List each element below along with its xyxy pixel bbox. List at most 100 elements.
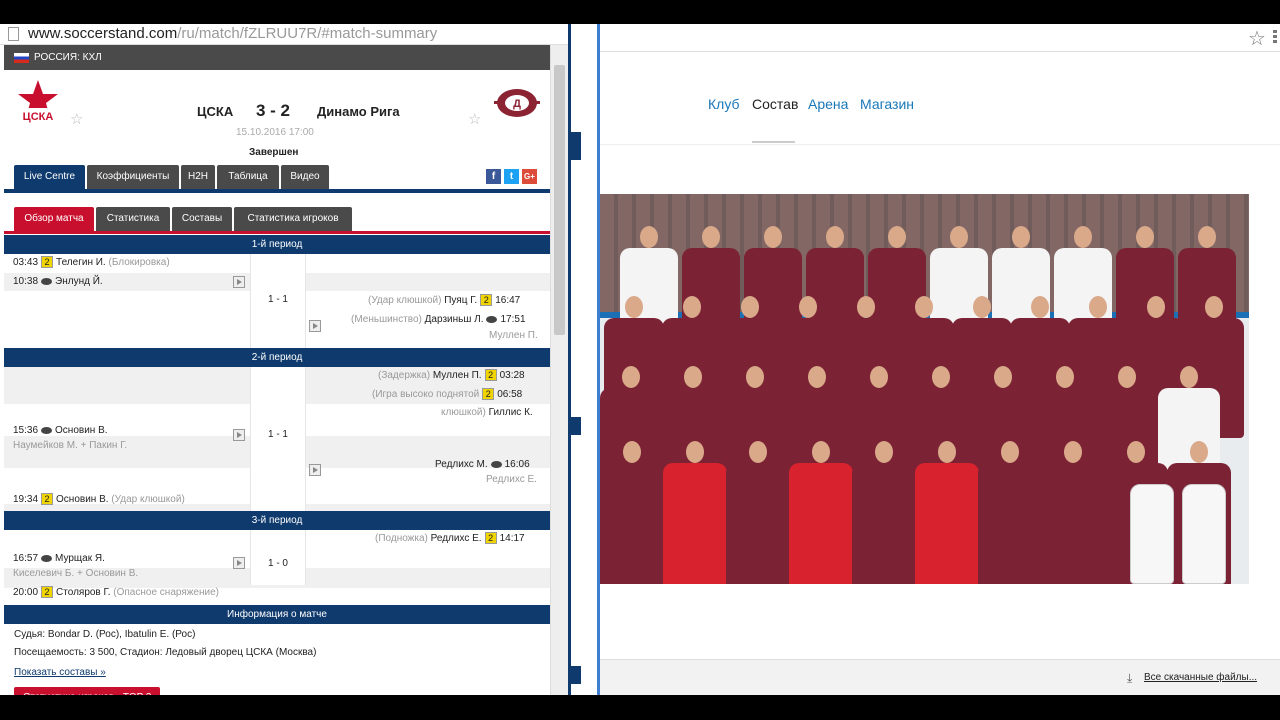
period-2-header: 2-й период — [4, 348, 550, 367]
main-tabs: Live Centre Коэффициенты H2H Таблица Вид… — [4, 165, 550, 193]
event-row: 03:43 2 Телегин И. (Блокировка) — [13, 256, 170, 269]
separator-edge — [568, 24, 571, 695]
subtabs-underline — [4, 231, 550, 234]
league-header[interactable]: РОССИЯ: КХЛ — [4, 45, 550, 70]
goalie-pad — [1130, 484, 1174, 584]
popup-scrollbar[interactable] — [550, 45, 568, 695]
active-nav-underline — [752, 141, 795, 143]
menu-dots-icon[interactable] — [1273, 30, 1277, 44]
match-content: РОССИЯ: КХЛ ЦСКА ☆ ЦСКА 3 - 2 Динамо Риг… — [4, 45, 550, 695]
tab-match-summary[interactable]: Обзор матча — [14, 207, 94, 231]
match-info-header: Информация о матче — [4, 605, 550, 624]
event-assist: Наумейков М. + Пакин Г. — [13, 440, 128, 451]
window-separator — [568, 24, 600, 695]
nav-arena[interactable]: Арена — [808, 96, 848, 112]
tab-table[interactable]: Таблица — [217, 165, 279, 189]
twitter-icon[interactable]: t — [504, 169, 519, 184]
player-head — [683, 296, 701, 318]
tab-player-stats[interactable]: Статистика игроков — [234, 207, 352, 231]
url-domain: www.soccerstand.com — [28, 25, 178, 42]
tabs-underline — [4, 189, 550, 193]
player-head — [1012, 226, 1030, 248]
period-1-score: 1 - 1 — [267, 294, 288, 305]
player-head — [1031, 296, 1049, 318]
facebook-icon[interactable]: f — [486, 169, 501, 184]
favorite-home-star-icon[interactable]: ☆ — [70, 110, 83, 128]
player-head — [812, 441, 830, 463]
penalty-card-icon: 2 — [482, 388, 495, 401]
goal-puck-icon — [41, 426, 53, 434]
player-figure — [726, 463, 790, 584]
nav-roster[interactable]: Состав — [752, 96, 798, 112]
video-play-icon[interactable] — [233, 429, 245, 441]
top3-player-stats-button[interactable]: Статистика игроков - TOP 3 — [14, 687, 161, 695]
goal-puck-icon — [490, 460, 502, 468]
player-head — [749, 441, 767, 463]
player-figure — [663, 463, 727, 584]
player-head — [932, 366, 950, 388]
event-assist: Редлихс Е. — [486, 474, 537, 485]
player-head — [870, 366, 888, 388]
attendance-text: Посещаемость: 3 500, Стадион: Ледовый дв… — [14, 647, 317, 658]
player-head — [1001, 441, 1019, 463]
address-bar[interactable]: www.soccerstand.com/ru/match/fZLRUU7R/#m… — [0, 24, 568, 45]
tab-live-centre[interactable]: Live Centre — [14, 165, 85, 189]
tab-odds[interactable]: Коэффициенты — [87, 165, 179, 189]
player-head — [1064, 441, 1082, 463]
player-head — [799, 296, 817, 318]
player-head — [938, 441, 956, 463]
tab-statistics[interactable]: Статистика — [96, 207, 170, 231]
player-head — [826, 226, 844, 248]
player-head — [1127, 441, 1145, 463]
period-3-header: 3-й период — [4, 511, 550, 530]
svg-text:Д: Д — [513, 98, 521, 110]
goal-puck-icon — [486, 315, 498, 323]
player-head — [1056, 366, 1074, 388]
match-score: 3 - 2 — [256, 101, 291, 120]
nav-club[interactable]: Клуб — [708, 96, 740, 112]
period-1-header: 1-й период — [4, 235, 550, 254]
downloads-bar: ⤓ Все скачанные файлы... — [600, 659, 1280, 695]
player-head — [1205, 296, 1223, 318]
penalty-card-icon: 2 — [41, 493, 54, 506]
home-team-name[interactable]: ЦСКА — [197, 104, 233, 119]
event-assist: Муллен П. — [489, 330, 538, 341]
away-team-name[interactable]: Динамо Рига — [317, 104, 400, 119]
player-head — [1198, 226, 1216, 248]
download-icon: ⤓ — [1127, 671, 1133, 685]
header-divider — [600, 144, 1280, 145]
player-head — [915, 296, 933, 318]
video-play-icon[interactable] — [309, 320, 321, 332]
player-head — [625, 296, 643, 318]
tab-lineups[interactable]: Составы — [172, 207, 232, 231]
cska-logo-icon[interactable]: ЦСКА — [14, 78, 62, 126]
match-date: 15.10.2016 17:00 — [236, 127, 314, 138]
all-downloads-link[interactable]: Все скачанные файлы... — [1144, 672, 1257, 683]
event-row: 20:00 2 Столяров Г. (Опасное снаряжение) — [13, 586, 219, 599]
nav-shop[interactable]: Магазин — [860, 96, 914, 112]
player-head — [888, 226, 906, 248]
league-name: РОССИЯ: КХЛ — [34, 52, 102, 63]
dinamo-riga-logo-icon[interactable]: Д — [492, 78, 542, 128]
video-play-icon[interactable] — [233, 276, 245, 288]
bookmark-star-icon[interactable]: ☆ — [1248, 26, 1266, 51]
event-row: 19:34 2 Основин В. (Удар клюшкой) — [13, 493, 185, 506]
tab-h2h[interactable]: H2H — [181, 165, 215, 189]
google-plus-icon[interactable]: G+ — [522, 169, 537, 184]
event-assist: Киселевич Б. + Основин В. — [13, 568, 139, 579]
russia-flag-icon — [14, 53, 29, 63]
tab-video[interactable]: Видео — [281, 165, 329, 189]
video-play-icon[interactable] — [233, 557, 245, 569]
penalty-card-icon: 2 — [41, 586, 54, 599]
player-figure — [789, 463, 853, 584]
video-play-icon[interactable] — [309, 464, 321, 476]
penalty-card-icon: 2 — [484, 369, 497, 382]
match-header: ЦСКА ☆ ЦСКА 3 - 2 Динамо Рига 15.10.2016… — [4, 70, 550, 165]
player-head — [808, 366, 826, 388]
scrollbar-thumb[interactable] — [554, 65, 565, 335]
player-head — [1074, 226, 1092, 248]
show-lineups-link[interactable]: Показать составы » — [14, 667, 106, 678]
player-head — [1089, 296, 1107, 318]
player-figure — [978, 463, 1042, 584]
favorite-away-star-icon[interactable]: ☆ — [468, 110, 481, 128]
